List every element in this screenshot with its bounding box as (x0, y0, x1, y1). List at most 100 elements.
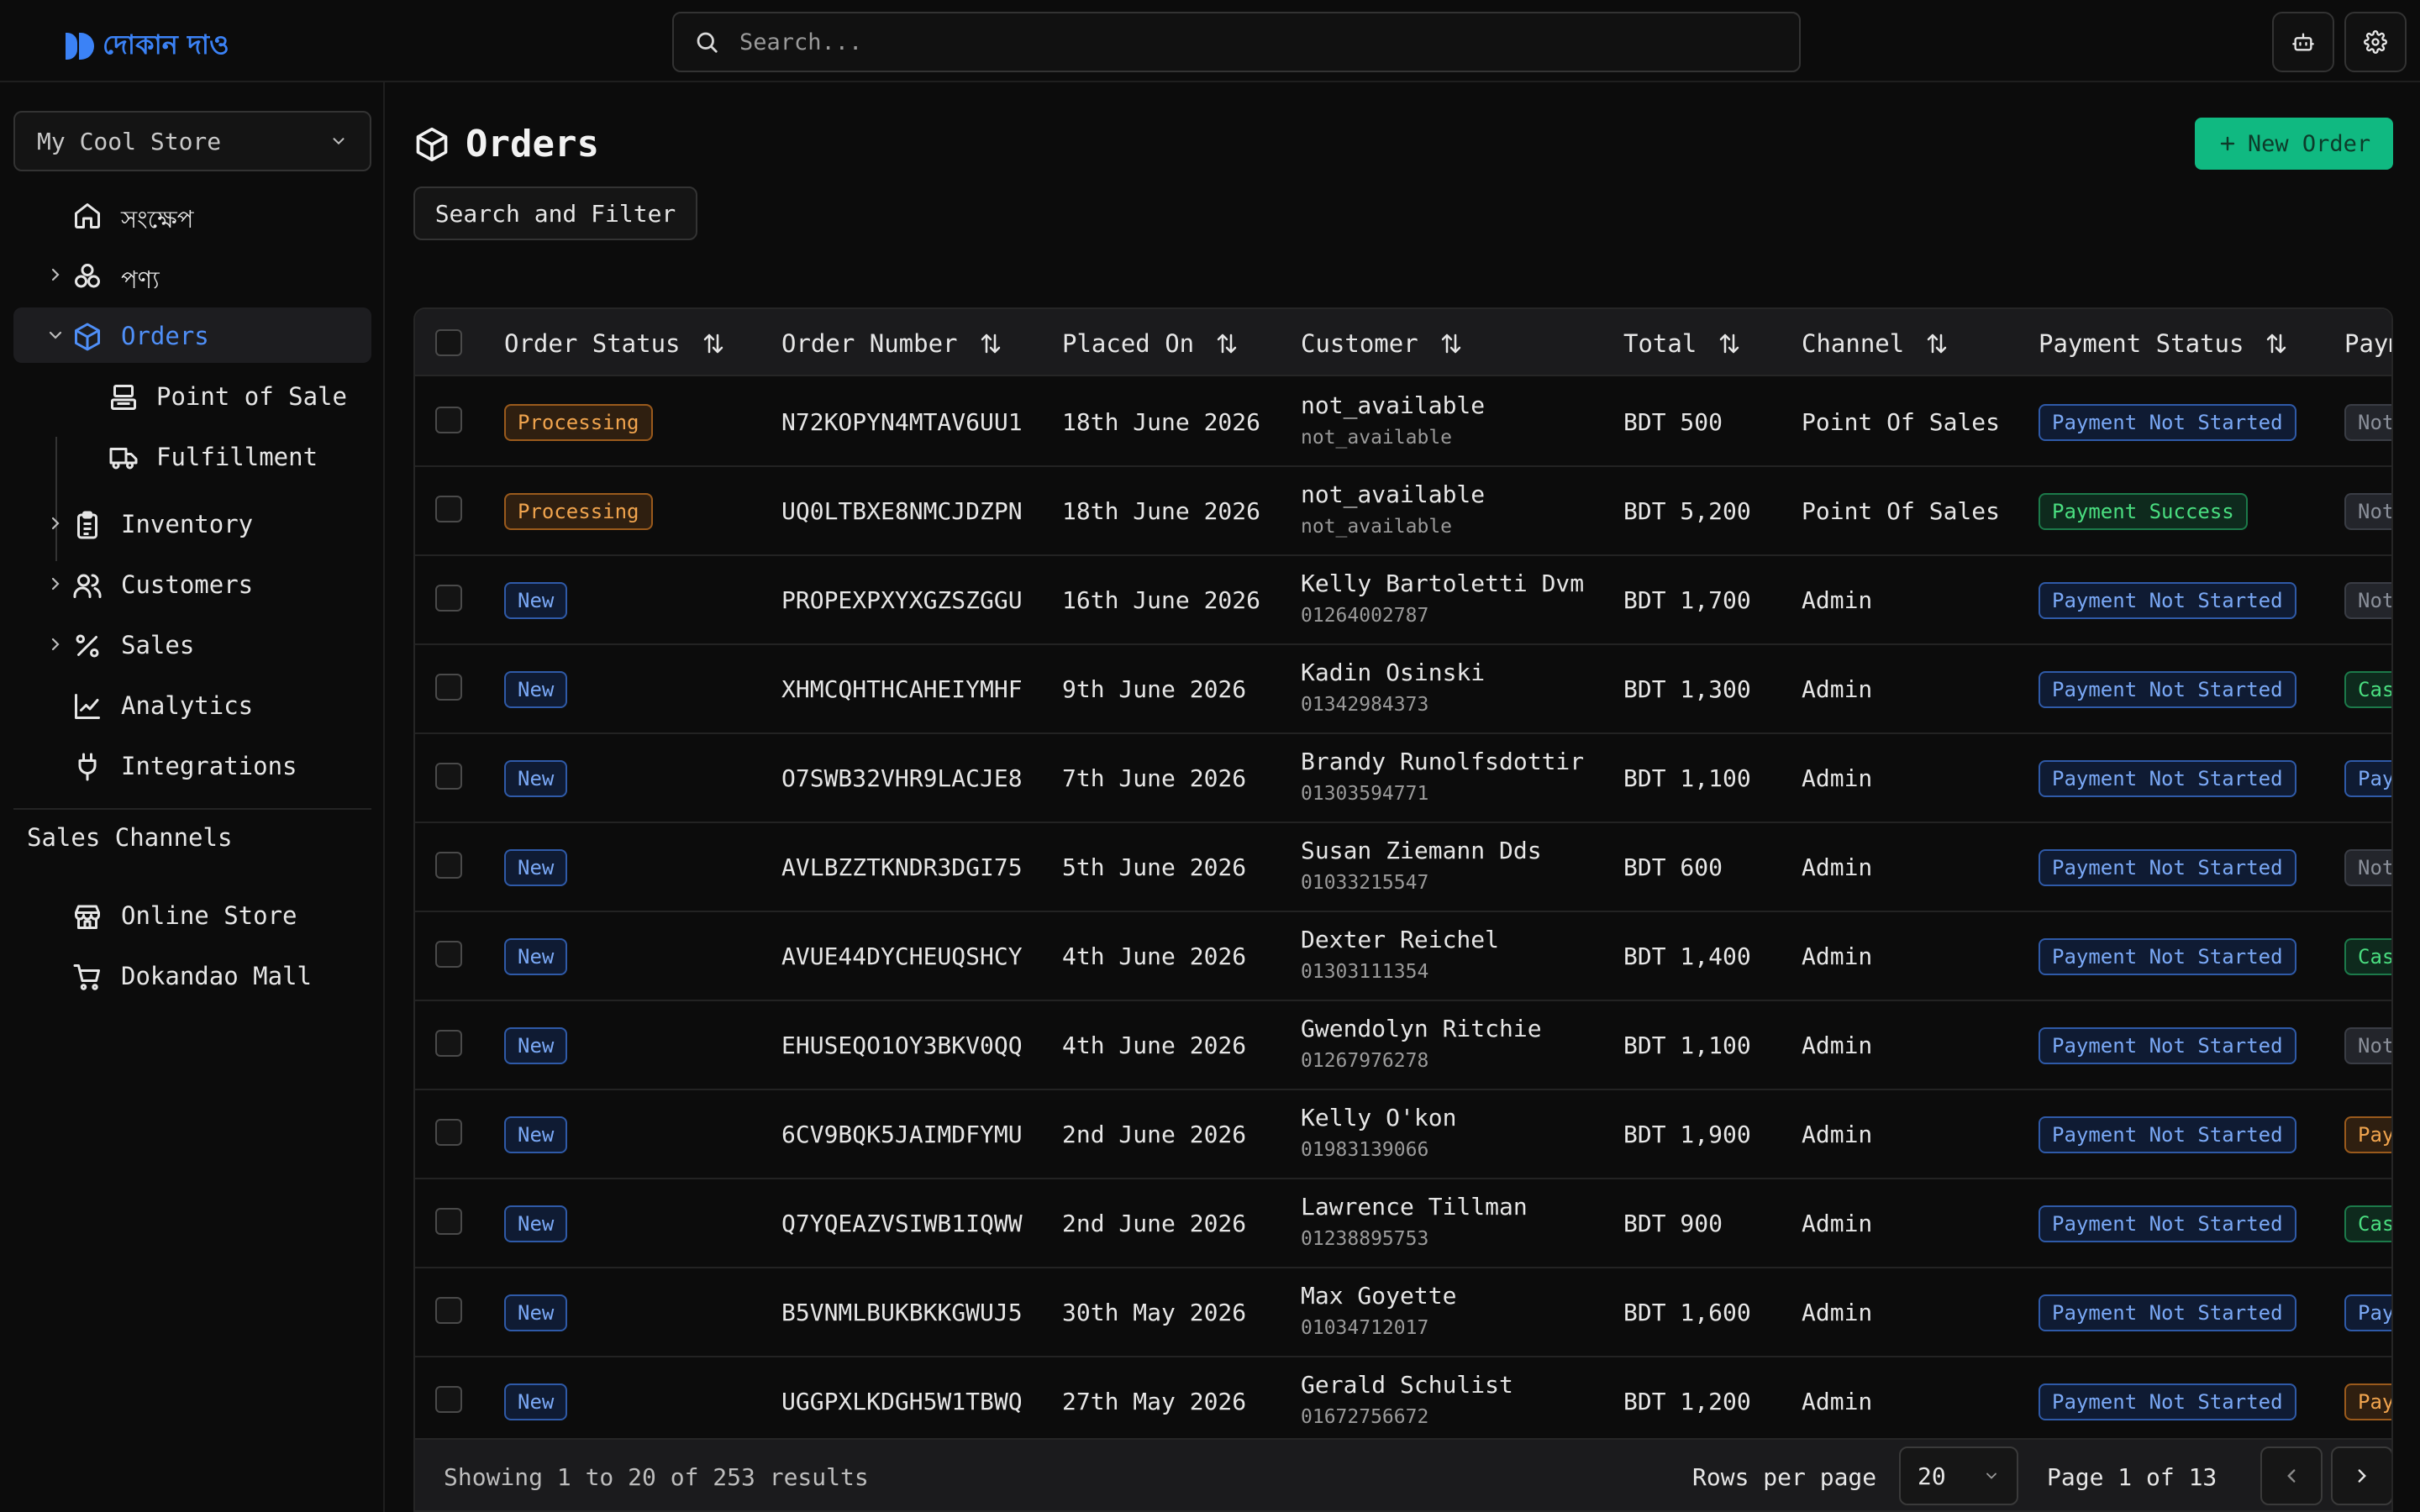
order-channel: Admin (1802, 675, 1873, 703)
sidebar-item-analytics[interactable]: Analytics (13, 677, 371, 732)
payment-status-badge: Payment Not Started (2039, 404, 2296, 441)
customer-phone: 01267976278 (1301, 1050, 1429, 1072)
order-number[interactable]: B5VNMLBUKBKKGWUJ5 (781, 1299, 1023, 1326)
row-checkbox[interactable] (435, 1386, 462, 1413)
next-page-button[interactable] (2331, 1446, 2391, 1505)
sidebar-item-dokandao-mall[interactable]: Dokandao Mall (13, 948, 371, 1003)
cart-icon (73, 964, 100, 990)
row-checkbox[interactable] (435, 1030, 462, 1057)
sidebar-item-label: Analytics (121, 691, 254, 720)
order-number[interactable]: PROPEXPXYXGZSZGGU (781, 586, 1023, 614)
sidebar-item-online-store[interactable]: Online Store (13, 887, 371, 942)
payment-status-badge: Payment Not Started (2039, 1383, 2296, 1420)
sort-icon (1217, 333, 1237, 354)
sidebar-item-orders[interactable]: Orders (13, 307, 371, 363)
column-header-order-number[interactable]: Order Number (781, 329, 1003, 358)
table-row[interactable]: Processing UQ0LTBXE8NMCJDZPN 18th June 202… (415, 467, 2391, 556)
column-header-order-status[interactable]: Order Status (504, 329, 726, 358)
customer-phone: 01303594771 (1301, 783, 1429, 805)
customer-phone: 01672756672 (1301, 1406, 1429, 1428)
table-row[interactable]: New AVUE44DYCHEUQSHCY 4th June 2026 Dexter … (415, 912, 2391, 1001)
column-label: Payment Status (2039, 329, 2244, 358)
order-number[interactable]: EHUSEQO1OY3BKV0QQ (781, 1032, 1023, 1059)
row-checkbox[interactable] (435, 674, 462, 701)
page-title: Orders (413, 123, 599, 165)
previous-page-button[interactable] (2260, 1446, 2323, 1505)
order-number[interactable]: UGGPXLKDGH5W1TBWQ (781, 1388, 1023, 1415)
row-checkbox[interactable] (435, 496, 462, 522)
row-checkbox[interactable] (435, 1208, 462, 1235)
table-row[interactable]: New B5VNMLBUKBKKGWUJ5 30th May 2026 Max Goy… (415, 1268, 2391, 1357)
order-number[interactable]: UQ0LTBXE8NMCJDZPN (781, 497, 1023, 525)
settings-button[interactable] (2344, 12, 2407, 72)
placed-on: 2nd June 2026 (1062, 1121, 1247, 1148)
customer-name: Kelly O'kon (1301, 1104, 1457, 1131)
sidebar-item-label: সংক্ষেপ (121, 205, 194, 234)
row-checkbox[interactable] (435, 1297, 462, 1324)
table-row[interactable]: New 6CV9BQK5JAIMDFYMU 2nd June 2026 Kelly O… (415, 1090, 2391, 1179)
new-order-button[interactable]: New Order (2195, 118, 2393, 170)
rows-per-page-select[interactable]: 20 (1899, 1446, 2018, 1505)
row-checkbox[interactable] (435, 763, 462, 790)
row-checkbox[interactable] (435, 1119, 462, 1146)
chevron-right-icon (51, 577, 60, 591)
sidebar-item-fulfillment[interactable]: Fulfillment (13, 428, 371, 484)
order-channel: Admin (1802, 764, 1873, 792)
payment-status-badge: Payment Not Started (2039, 938, 2296, 975)
column-header-channel[interactable]: Channel (1802, 329, 1949, 358)
order-status-badge: New (504, 1383, 568, 1420)
sort-icon (2267, 333, 2286, 354)
order-number[interactable]: AVUE44DYCHEUQSHCY (781, 942, 1023, 970)
table-row[interactable]: New PROPEXPXYXGZSZGGU 16th June 2026 Kelly … (415, 556, 2391, 645)
order-number[interactable]: Q7YQEAZVSIWB1IQWW (781, 1210, 1023, 1237)
sidebar-item-inventory[interactable]: Inventory (13, 496, 371, 551)
table-row[interactable]: New UGGPXLKDGH5W1TBWQ 27th May 2026 Gerald … (415, 1357, 2391, 1446)
assistant-button[interactable] (2272, 12, 2334, 72)
row-checkbox[interactable] (435, 852, 462, 879)
column-header-total[interactable]: Total (1623, 329, 1742, 358)
table-footer: Showing 1 to 20 of 253 results Rows per … (415, 1438, 2391, 1510)
order-number[interactable]: O7SWB32VHR9LACJE8 (781, 764, 1023, 792)
sidebar-item-label: Dokandao Mall (121, 962, 312, 990)
brand-logo[interactable]: দোকান দাও (66, 24, 229, 69)
table-row[interactable]: New O7SWB32VHR9LACJE8 7th June 2026 Brandy … (415, 734, 2391, 823)
order-number[interactable]: XHMCQHTHCAHEIYMHF (781, 675, 1023, 703)
table-row[interactable]: Processing N72KOPYN4MTAV6UU1 18th June 202… (415, 378, 2391, 467)
table-row[interactable]: New Q7YQEAZVSIWB1IQWW 2nd June 2026 Lawrenc… (415, 1179, 2391, 1268)
sidebar-item-point-of-sale[interactable]: Point of Sale (13, 368, 371, 423)
row-checkbox[interactable] (435, 941, 462, 968)
column-header-placed-on[interactable]: Placed On (1062, 329, 1239, 358)
row-checkbox[interactable] (435, 585, 462, 612)
search-bar[interactable] (672, 12, 1801, 72)
sidebar-item-products[interactable]: পণ্য (13, 247, 371, 302)
customer-phone: 01033215547 (1301, 872, 1429, 894)
payment-method-badge: Not Available (2344, 849, 2391, 886)
sidebar-item-integrations[interactable]: Integrations (13, 738, 371, 793)
sidebar-item-label: পণ্য (121, 265, 160, 294)
store-selector[interactable]: My Cool Store (13, 111, 371, 171)
order-number[interactable]: N72KOPYN4MTAV6UU1 (781, 408, 1023, 436)
payment-status-badge: Payment Not Started (2039, 760, 2296, 797)
sort-icon (1720, 333, 1739, 354)
plus-icon (2220, 136, 2235, 151)
box-icon (416, 127, 448, 161)
search-and-filter-button[interactable]: Search and Filter (413, 186, 697, 240)
column-header-customer[interactable]: Customer (1301, 329, 1464, 358)
search-input[interactable] (739, 29, 1748, 55)
column-header-payment-status[interactable]: Payment Status (2039, 329, 2289, 358)
customer-name: Susan Ziemann Dds (1301, 837, 1542, 864)
sidebar-item-overview[interactable]: সংক্ষেপ (13, 186, 371, 242)
column-label: Order Number (781, 329, 958, 358)
table-row[interactable]: New AVLBZZTKNDR3DGI75 5th June 2026 Susan Z… (415, 823, 2391, 912)
table-row[interactable]: New EHUSEQO1OY3BKV0QQ 4th June 2026 Gwendol… (415, 1001, 2391, 1090)
sidebar-item-sales[interactable]: Sales (13, 617, 371, 672)
customer-phone: 01034712017 (1301, 1317, 1429, 1339)
table-row[interactable]: New XHMCQHTHCAHEIYMHF 9th June 2026 Kadin O… (415, 645, 2391, 734)
placed-on: 7th June 2026 (1062, 764, 1247, 792)
column-header-payment-method[interactable]: Payment Method (2344, 329, 2391, 358)
select-all-checkbox[interactable] (435, 329, 462, 356)
order-number[interactable]: 6CV9BQK5JAIMDFYMU (781, 1121, 1023, 1148)
sidebar-item-customers[interactable]: Customers (13, 556, 371, 612)
row-checkbox[interactable] (435, 407, 462, 433)
order-number[interactable]: AVLBZZTKNDR3DGI75 (781, 853, 1023, 881)
